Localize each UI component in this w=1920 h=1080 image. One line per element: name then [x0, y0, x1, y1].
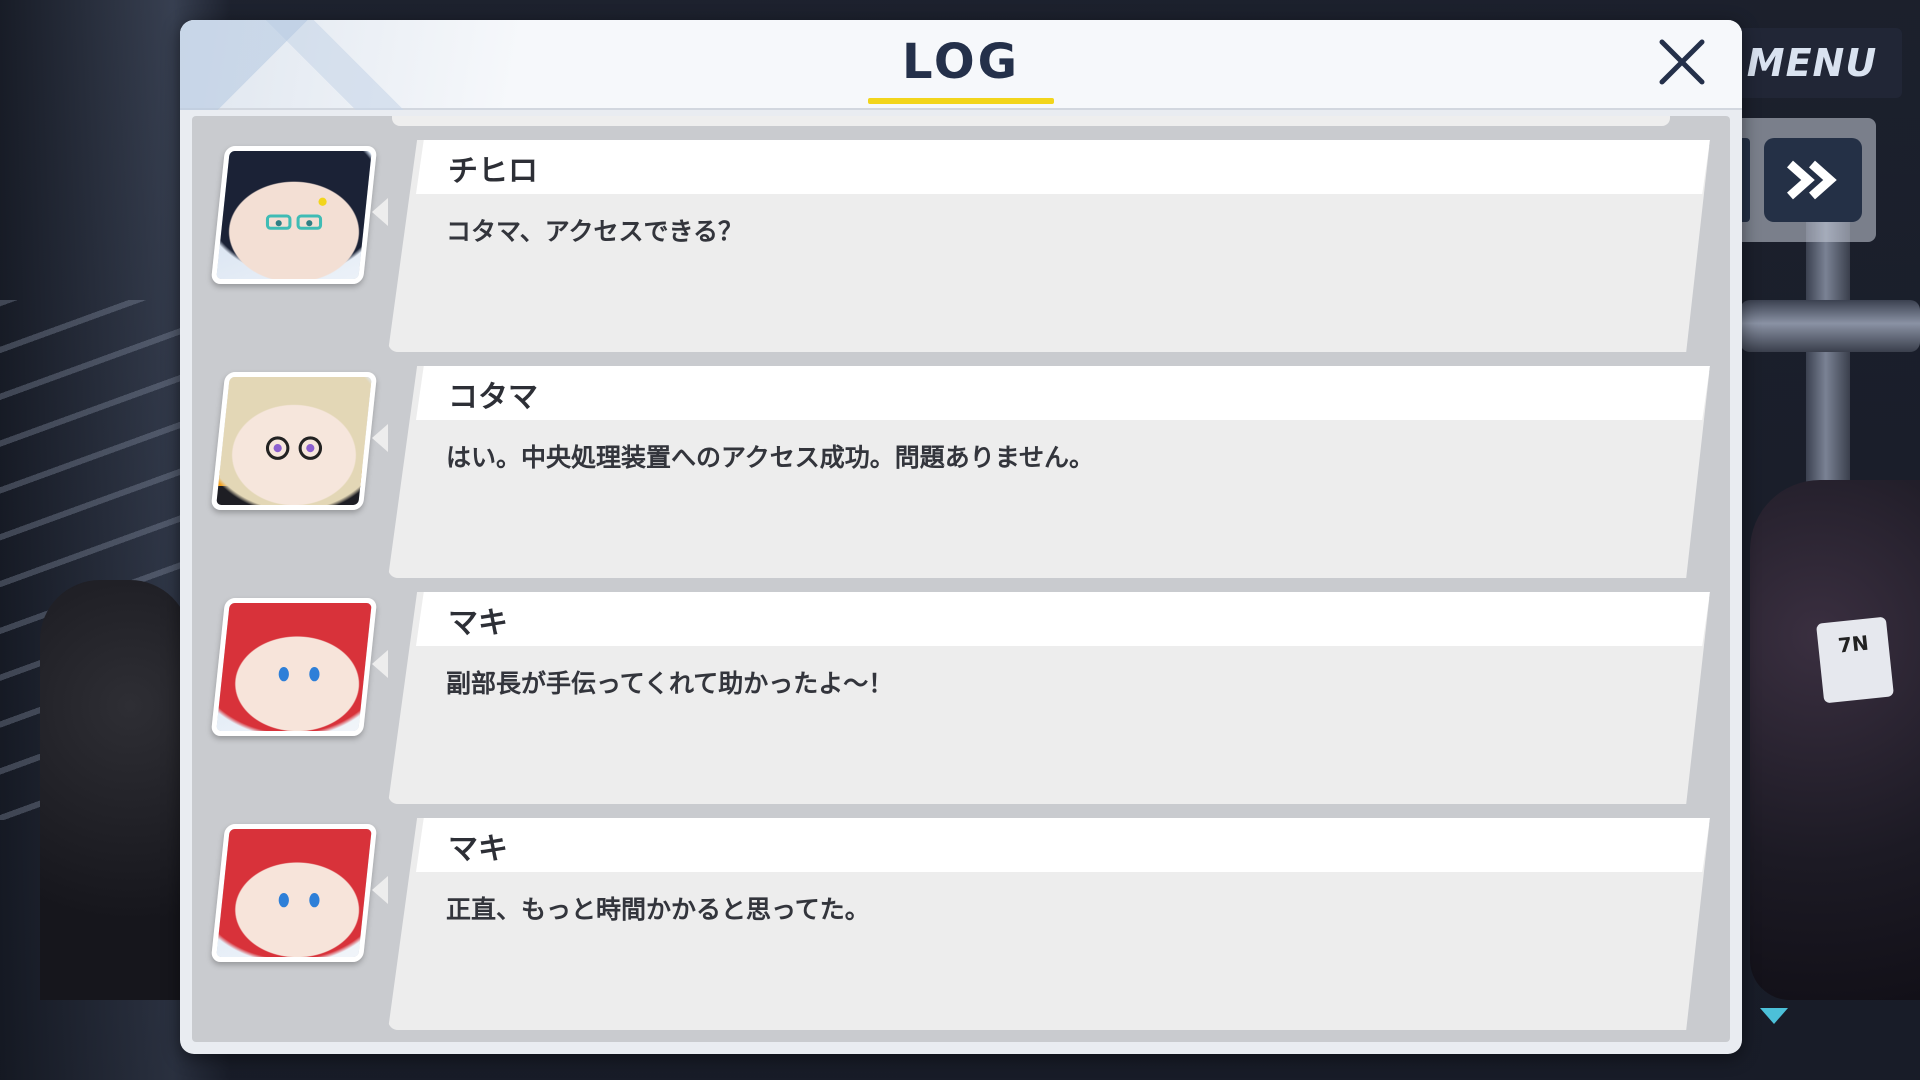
log-window: LOG チヒロ コタマ、アクセスできる？ コタマ はい。中央処理装置へのアクセス… — [180, 20, 1742, 1054]
portrait-chihiro — [210, 146, 378, 284]
log-list[interactable]: チヒロ コタマ、アクセスできる？ コタマ はい。中央処理装置へのアクセス成功。問… — [192, 116, 1730, 1042]
portrait-maki — [210, 824, 378, 962]
background-pipe-horizontal — [1740, 300, 1920, 352]
log-entry: チヒロ コタマ、アクセスできる？ — [192, 140, 1730, 352]
portrait-chihiro-icon — [265, 197, 327, 230]
bubble-tail — [372, 424, 388, 452]
background-id-tag: 7N — [1816, 616, 1894, 704]
log-entry: コタマ はい。中央処理装置へのアクセス成功。問題ありません。 — [192, 366, 1730, 578]
portrait-kotama-icon — [265, 436, 323, 460]
portrait-maki-icon — [278, 893, 320, 908]
log-header: LOG — [180, 20, 1742, 110]
dialogue-text: コタマ、アクセスできる？ — [446, 217, 744, 246]
menu-button[interactable]: MENU — [1722, 28, 1902, 98]
close-button[interactable] — [1652, 32, 1712, 92]
portrait-maki — [210, 598, 378, 736]
bubble-tail — [372, 650, 388, 678]
bubble-tail — [372, 876, 388, 904]
skip-button[interactable] — [1764, 138, 1862, 222]
dialogue-bubble: マキ 正直、もっと時間かかると思ってた。 — [388, 818, 1710, 1030]
name-bar — [416, 366, 1710, 420]
portrait-maki-icon — [278, 667, 320, 682]
dialogue-text: はい。中央処理装置へのアクセス成功。問題ありません。 — [446, 443, 1095, 472]
double-chevron-right-icon — [1787, 160, 1837, 200]
speaker-name: マキ — [448, 606, 508, 641]
name-bar — [416, 592, 1710, 646]
log-entry: マキ 正直、もっと時間かかると思ってた。 — [192, 818, 1730, 1030]
previous-entry-edge — [392, 116, 1670, 126]
speaker-name: コタマ — [448, 380, 538, 415]
name-bar — [416, 140, 1710, 194]
log-entry: マキ 副部長が手伝ってくれて助かったよ～！ — [192, 592, 1730, 804]
dialogue-text: 副部長が手伝ってくれて助かったよ～！ — [446, 669, 894, 698]
dialogue-text: 正直、もっと時間かかると思ってた。 — [446, 895, 870, 924]
name-bar — [416, 818, 1710, 872]
dialogue-bubble: コタマ はい。中央処理装置へのアクセス成功。問題ありません。 — [388, 366, 1710, 578]
dialogue-bubble: チヒロ コタマ、アクセスできる？ — [388, 140, 1710, 352]
log-title: LOG — [901, 34, 1021, 90]
bubble-tail — [372, 198, 388, 226]
background-figure-left — [40, 580, 190, 1000]
background-robot — [1750, 480, 1920, 1000]
speaker-name: マキ — [448, 832, 508, 867]
title-underline — [868, 98, 1054, 104]
close-icon — [1659, 39, 1705, 85]
speaker-name: チヒロ — [448, 154, 538, 189]
portrait-kotama — [210, 372, 378, 510]
scroll-down-indicator-icon[interactable] — [1760, 1008, 1788, 1024]
dialogue-bubble: マキ 副部長が手伝ってくれて助かったよ～！ — [388, 592, 1710, 804]
